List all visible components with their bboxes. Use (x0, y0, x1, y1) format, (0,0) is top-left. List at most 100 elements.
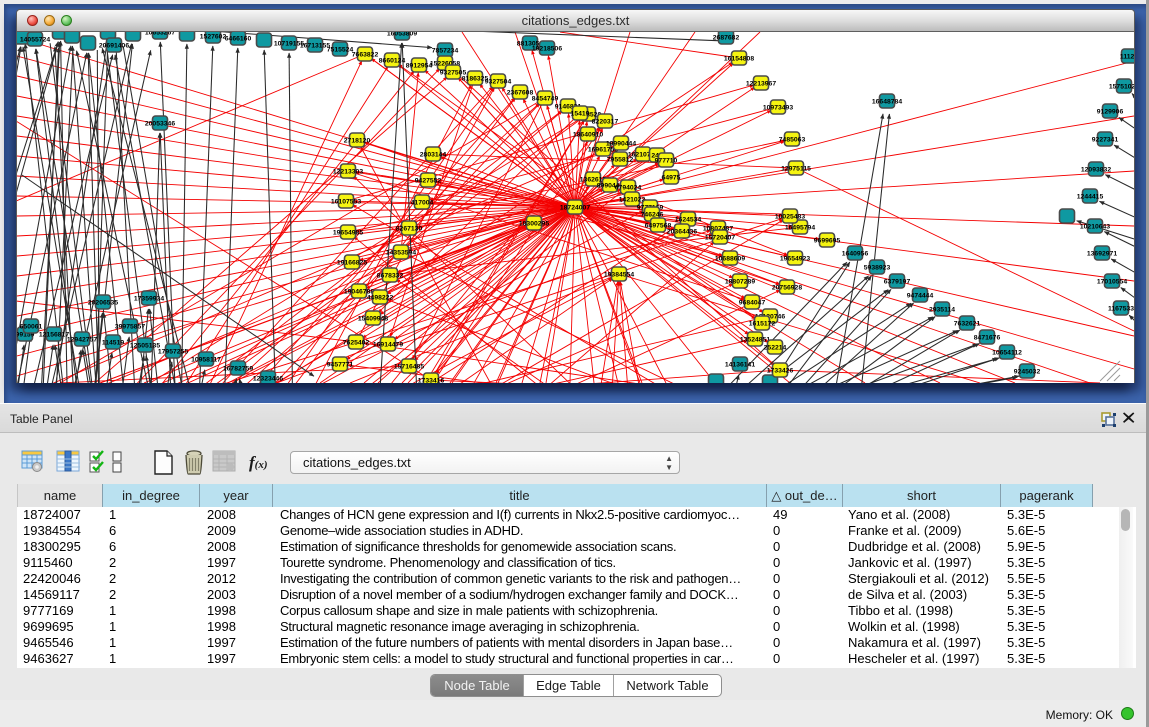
svg-text:417004: 417004 (411, 200, 434, 207)
svg-text:15720407: 15720407 (705, 235, 735, 242)
svg-text:12213303: 12213303 (333, 169, 363, 176)
svg-text:10973493: 10973493 (763, 105, 793, 112)
svg-text:20206535: 20206535 (88, 300, 118, 307)
svg-text:19654923: 19654923 (780, 256, 810, 263)
svg-text:8220317: 8220317 (592, 119, 619, 126)
svg-text:2718120: 2718120 (344, 138, 371, 145)
svg-text:12213967: 12213967 (746, 81, 776, 88)
svg-text:16713155: 16713155 (300, 43, 330, 50)
svg-text:10653267: 10653267 (145, 32, 175, 37)
svg-text:1167533: 1167533 (1108, 306, 1134, 313)
svg-text:17010554: 17010554 (1097, 279, 1127, 286)
svg-text:9227341: 9227341 (1092, 137, 1119, 144)
svg-text:20691406: 20691406 (99, 43, 129, 50)
svg-text:15716485: 15716485 (394, 364, 424, 371)
svg-text:8454749: 8454749 (532, 96, 559, 103)
svg-text:9327504: 9327504 (485, 79, 512, 86)
svg-text:1615172: 1615172 (749, 321, 776, 328)
svg-text:11122: 11122 (1120, 54, 1134, 61)
svg-text:9474444: 9474444 (907, 293, 934, 300)
svg-text:19166825: 19166825 (337, 260, 367, 267)
svg-text:12975115: 12975115 (781, 166, 811, 173)
svg-text:8267130: 8267130 (396, 226, 423, 233)
svg-text:12323446: 12323446 (253, 376, 283, 383)
svg-text:1640956: 1640956 (842, 251, 869, 258)
svg-text:10025483: 10025483 (775, 214, 805, 221)
svg-text:6379197: 6379197 (884, 279, 911, 286)
svg-text:16914479: 16914479 (373, 342, 403, 349)
svg-text:16154808: 16154808 (724, 56, 754, 63)
svg-text:18807289: 18807289 (725, 279, 755, 286)
svg-text:7857234: 7857234 (432, 48, 459, 55)
svg-text:6466160: 6466160 (225, 36, 252, 43)
svg-text:39975857: 39975857 (115, 324, 145, 331)
svg-text:14055724: 14055724 (20, 37, 50, 44)
svg-text:9457771: 9457771 (327, 362, 354, 369)
svg-text:64975: 64975 (662, 175, 681, 182)
svg-text:15751024: 15751024 (1109, 84, 1134, 91)
svg-text:1421022: 1421022 (619, 197, 646, 204)
svg-text:10958117: 10958117 (191, 357, 221, 364)
svg-text:20364436: 20364436 (667, 229, 697, 236)
svg-text:2803144: 2803144 (420, 152, 447, 159)
svg-text:252214: 252214 (764, 345, 787, 352)
svg-text:5938923: 5938923 (864, 265, 891, 272)
svg-text:8660124: 8660124 (379, 58, 406, 65)
svg-text:7485063: 7485063 (779, 137, 806, 144)
svg-text:12093832: 12093832 (1081, 167, 1111, 174)
svg-text:114519: 114519 (102, 340, 125, 347)
svg-text:18724007: 18724007 (560, 205, 590, 212)
svg-text:1244415: 1244415 (1077, 194, 1104, 201)
svg-text:2367608: 2367608 (507, 90, 534, 97)
svg-text:2687682: 2687682 (713, 35, 740, 42)
svg-text:9699695: 9699695 (814, 238, 841, 245)
svg-text:16053809: 16053809 (387, 32, 417, 38)
svg-text:13524851: 13524851 (740, 337, 770, 344)
svg-text:16107553: 16107553 (331, 199, 361, 206)
svg-text:977710: 977710 (655, 158, 678, 165)
svg-text:7515524: 7515524 (327, 47, 354, 54)
svg-text:1527602: 1527602 (200, 34, 227, 41)
svg-text:7663822: 7663822 (352, 52, 379, 59)
svg-text:650061: 650061 (20, 324, 43, 331)
svg-text:10210643: 10210643 (1080, 224, 1110, 231)
svg-text:19384554: 19384554 (604, 272, 634, 279)
svg-text:15409948: 15409948 (358, 316, 388, 323)
svg-text:16648784: 16648784 (872, 99, 902, 106)
svg-text:12942757: 12942757 (67, 337, 97, 344)
svg-text:8471676: 8471676 (974, 335, 1001, 342)
svg-text:9427552: 9427552 (415, 178, 442, 185)
svg-text:20053346: 20053346 (145, 121, 175, 128)
svg-text:17957255: 17957255 (158, 349, 188, 356)
svg-text:9129906: 9129906 (1097, 109, 1124, 116)
svg-text:10654112: 10654112 (992, 350, 1022, 357)
svg-text:16782759: 16782759 (223, 366, 253, 373)
svg-text:13692971: 13692971 (1087, 251, 1117, 258)
svg-text:14136141: 14136141 (725, 362, 755, 369)
svg-text:6794024: 6794024 (615, 185, 642, 192)
svg-text:18640910: 18640910 (573, 132, 603, 139)
svg-text:4498222: 4498222 (367, 295, 394, 302)
svg-text:17359934: 17359934 (134, 296, 164, 303)
svg-text:16495794: 16495794 (785, 225, 815, 232)
svg-text:12505135: 12505135 (130, 343, 160, 350)
svg-text:2935114: 2935114 (929, 307, 955, 314)
svg-text:1624534: 1624534 (675, 217, 702, 224)
svg-text:8678332: 8678332 (377, 273, 404, 280)
svg-text:12156817: 12156817 (39, 332, 69, 339)
svg-text:15419: 15419 (571, 111, 590, 118)
svg-text:1733416: 1733416 (418, 378, 445, 384)
svg-text:9684047: 9684047 (739, 300, 766, 307)
svg-text:10688609: 10688609 (715, 256, 745, 263)
svg-text:14353594: 14353594 (386, 250, 416, 257)
svg-text:19218506: 19218506 (532, 46, 562, 53)
svg-text:8912954: 8912954 (406, 63, 433, 70)
svg-text:18300295: 18300295 (519, 221, 549, 228)
svg-text:9245032: 9245032 (1014, 369, 1041, 376)
svg-text:19654985: 19654985 (333, 230, 363, 237)
svg-text:20756928: 20756928 (772, 285, 802, 292)
svg-text:1733426: 1733426 (767, 368, 794, 375)
svg-text:7632621: 7632621 (954, 321, 981, 328)
svg-text:7625402: 7625402 (343, 340, 370, 347)
svg-text:19990444: 19990444 (606, 141, 636, 148)
